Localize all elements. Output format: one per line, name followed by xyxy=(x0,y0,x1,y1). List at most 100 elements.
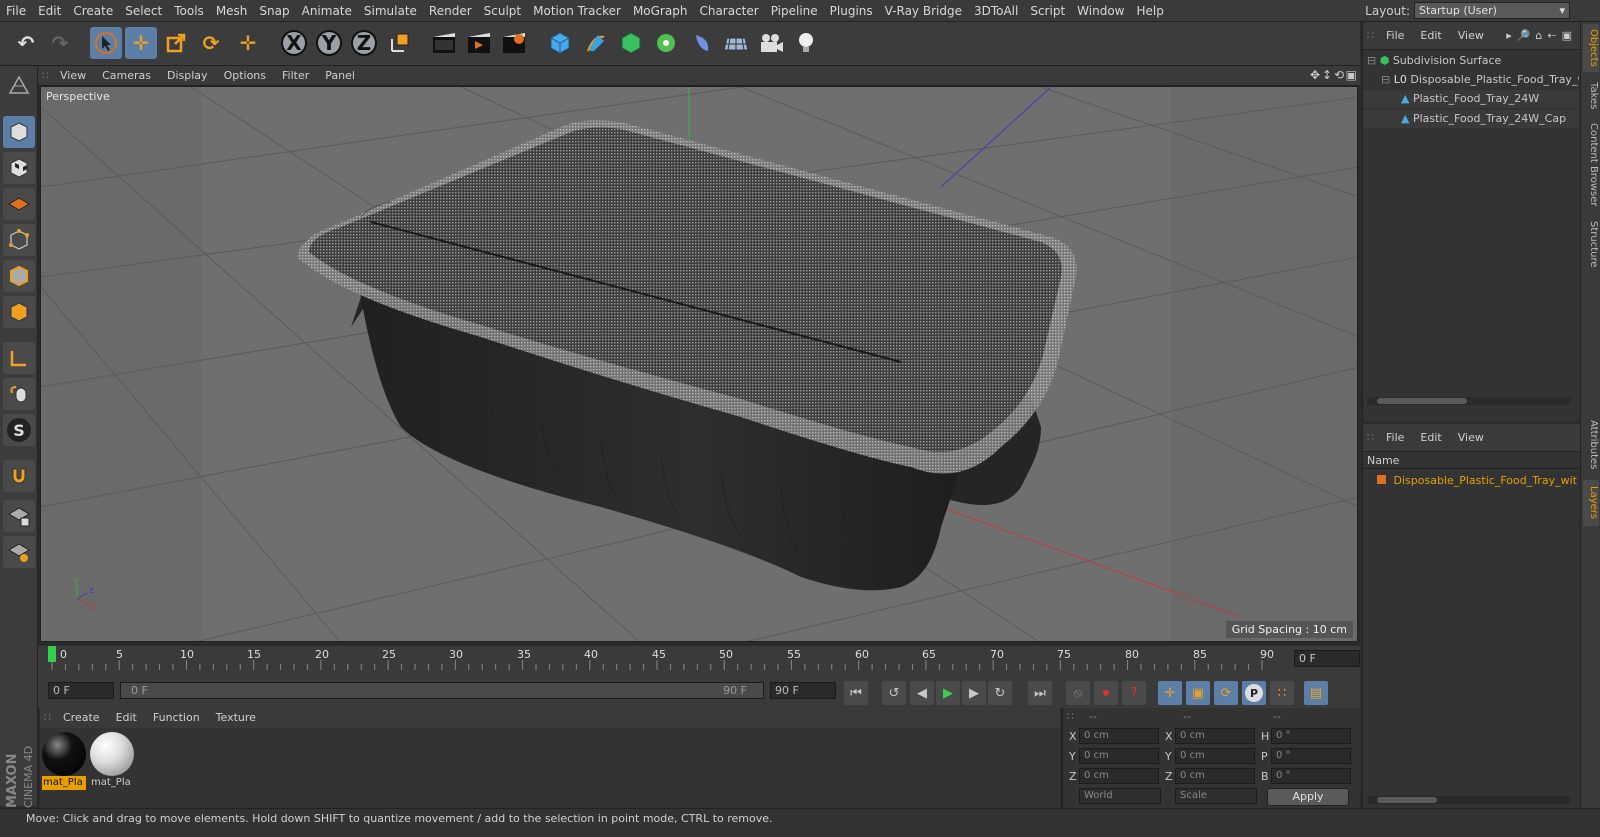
z-axis-lock-icon[interactable]: Z xyxy=(348,27,380,59)
size-x-field[interactable]: 0 cm xyxy=(1175,728,1255,744)
key-scale-icon[interactable]: ▣ xyxy=(1186,681,1210,705)
menu-tools[interactable]: Tools xyxy=(168,0,210,22)
start-frame-field[interactable]: 0 F xyxy=(48,682,114,699)
render-settings-icon[interactable] xyxy=(498,27,530,59)
next-frame-icon[interactable]: ▶ xyxy=(962,681,986,705)
zoom-view-icon[interactable]: ↕ xyxy=(1322,68,1332,82)
tab-objects[interactable]: Objects xyxy=(1583,24,1599,72)
live-selection-icon[interactable]: ✛ xyxy=(232,27,264,59)
model-mode-icon[interactable] xyxy=(3,116,35,148)
viewport-menu-panel[interactable]: Panel xyxy=(317,66,363,86)
material-swatch-black[interactable]: mat_Pla xyxy=(42,732,86,794)
timeline-ruler[interactable]: 0 5 10 15 20 25 30 35 40 45 50 55 60 65 … xyxy=(38,646,1360,674)
current-frame-field[interactable]: 0 F xyxy=(1294,650,1360,667)
rotation-p-field[interactable]: 0 ° xyxy=(1271,748,1351,764)
keyframe-selection-icon[interactable]: ? xyxy=(1122,681,1146,705)
lock-workplane-icon[interactable] xyxy=(3,500,35,532)
material-menu-texture[interactable]: Texture xyxy=(208,708,264,728)
menu-3dtoall[interactable]: 3DToAll xyxy=(968,0,1024,22)
viewport-menu-cameras[interactable]: Cameras xyxy=(94,66,159,86)
tab-layers[interactable]: Layers xyxy=(1583,480,1599,526)
object-row-tray[interactable]: ▲ Plastic_Food_Tray_24W xyxy=(1363,90,1579,108)
object-manager-scrollbar[interactable] xyxy=(1367,397,1571,405)
menu-pipeline[interactable]: Pipeline xyxy=(765,0,824,22)
menu-window[interactable]: Window xyxy=(1071,0,1130,22)
tab-content-browser[interactable]: Content Browser xyxy=(1583,120,1599,210)
menu-character[interactable]: Character xyxy=(693,0,764,22)
menu-help[interactable]: Help xyxy=(1130,0,1169,22)
redo-icon[interactable]: ↷ xyxy=(44,27,76,59)
rotate-tool-icon[interactable]: ⟳ xyxy=(195,27,227,59)
key-rotation-icon[interactable]: ⟳ xyxy=(1214,681,1238,705)
tree-toggle-icon[interactable]: ⊟ xyxy=(1367,54,1376,67)
object-menu-edit[interactable]: Edit xyxy=(1412,22,1449,50)
go-to-start-icon[interactable]: ⏮ xyxy=(844,681,868,705)
layer-row[interactable]: Disposable_Plastic_Food_Tray_wit xyxy=(1363,472,1579,490)
material-menu-create[interactable]: Create xyxy=(55,708,108,728)
magnet-icon[interactable] xyxy=(3,460,35,492)
points-mode-icon[interactable] xyxy=(3,224,35,256)
object-menu-view[interactable]: View xyxy=(1450,22,1492,50)
cube-primitive-icon[interactable] xyxy=(544,27,576,59)
layer-menu-edit[interactable]: Edit xyxy=(1412,424,1449,452)
scale-tool-icon[interactable] xyxy=(160,27,192,59)
menu-create[interactable]: Create xyxy=(67,0,119,22)
object-row-subdivision[interactable]: ⊟ ⬢ Subdivision Surface xyxy=(1363,52,1579,70)
menu-vray-bridge[interactable]: V-Ray Bridge xyxy=(879,0,968,22)
layer-color-swatch[interactable] xyxy=(1377,475,1386,484)
layer-menu-view[interactable]: View xyxy=(1450,424,1492,452)
record-keys-icon[interactable]: ⦸ xyxy=(1066,681,1090,705)
end-frame-field[interactable]: 90 F xyxy=(770,682,836,699)
subdivision-icon[interactable] xyxy=(615,27,647,59)
key-pla-icon[interactable]: ∷ xyxy=(1270,681,1294,705)
coordinate-system-icon[interactable] xyxy=(384,27,416,59)
layer-manager-scrollbar[interactable] xyxy=(1367,796,1571,804)
menu-simulate[interactable]: Simulate xyxy=(358,0,423,22)
object-row-null[interactable]: ⊟ L0 Disposable_Plastic_Food_Tray_w xyxy=(1363,71,1579,89)
object-row-cap[interactable]: ▲ Plastic_Food_Tray_24W_Cap xyxy=(1363,110,1579,128)
move-tool-icon[interactable]: ✛ xyxy=(125,27,157,59)
viewport-menu-filter[interactable]: Filter xyxy=(274,66,317,86)
key-parameter-icon[interactable]: P xyxy=(1242,681,1266,705)
3d-viewport[interactable]: y xz Perspective Grid Spacing : 10 cm xyxy=(40,86,1358,642)
floor-icon[interactable] xyxy=(720,27,752,59)
key-position-icon[interactable]: ✛ xyxy=(1158,681,1182,705)
layout-select[interactable]: Startup (User) xyxy=(1414,2,1570,19)
apply-button[interactable]: Apply xyxy=(1267,788,1349,806)
snapping-icon[interactable]: S xyxy=(3,414,35,446)
viewport-menu-view[interactable]: View xyxy=(52,66,94,86)
rotate-view-icon[interactable]: ⟲ xyxy=(1334,68,1344,82)
menu-snap[interactable]: Snap xyxy=(253,0,295,22)
render-view-icon[interactable] xyxy=(428,27,460,59)
y-axis-lock-icon[interactable]: Y xyxy=(313,27,345,59)
material-menu-edit[interactable]: Edit xyxy=(108,708,145,728)
go-to-end-icon[interactable]: ⏭ xyxy=(1028,681,1052,705)
light-icon[interactable] xyxy=(790,27,822,59)
planar-workplane-icon[interactable] xyxy=(3,536,35,568)
position-z-field[interactable]: 0 cm xyxy=(1079,768,1159,784)
render-to-picture-viewer-icon[interactable] xyxy=(463,27,495,59)
menu-sculpt[interactable]: Sculpt xyxy=(478,0,527,22)
rotation-b-field[interactable]: 0 ° xyxy=(1271,768,1351,784)
tab-structure[interactable]: Structure xyxy=(1583,216,1599,272)
select-tool-icon[interactable] xyxy=(90,27,122,59)
object-manager-tools[interactable]: ▸🔎⌂⇠▣ xyxy=(1506,29,1577,42)
move-view-icon[interactable]: ✥ xyxy=(1310,68,1320,82)
polygons-mode-icon[interactable] xyxy=(3,296,35,328)
edges-mode-icon[interactable] xyxy=(3,260,35,292)
next-key-icon[interactable]: ↻ xyxy=(988,681,1012,705)
menu-mesh[interactable]: Mesh xyxy=(210,0,254,22)
autokey-icon[interactable]: ⏺ xyxy=(1094,681,1118,705)
size-y-field[interactable]: 0 cm xyxy=(1175,748,1255,764)
size-z-field[interactable]: 0 cm xyxy=(1175,768,1255,784)
position-y-field[interactable]: 0 cm xyxy=(1079,748,1159,764)
preview-range-slider[interactable]: 0 F 90 F xyxy=(120,682,764,699)
play-icon[interactable]: ▶ xyxy=(936,681,960,705)
coordinate-mode-dropdown[interactable]: Scale xyxy=(1175,788,1257,804)
menu-script[interactable]: Script xyxy=(1024,0,1071,22)
viewport-menu-options[interactable]: Options xyxy=(216,66,274,86)
make-editable-icon[interactable] xyxy=(3,70,35,102)
menu-select[interactable]: Select xyxy=(119,0,168,22)
axis-mode-icon[interactable] xyxy=(3,342,35,374)
tweak-mode-icon[interactable] xyxy=(3,378,35,410)
